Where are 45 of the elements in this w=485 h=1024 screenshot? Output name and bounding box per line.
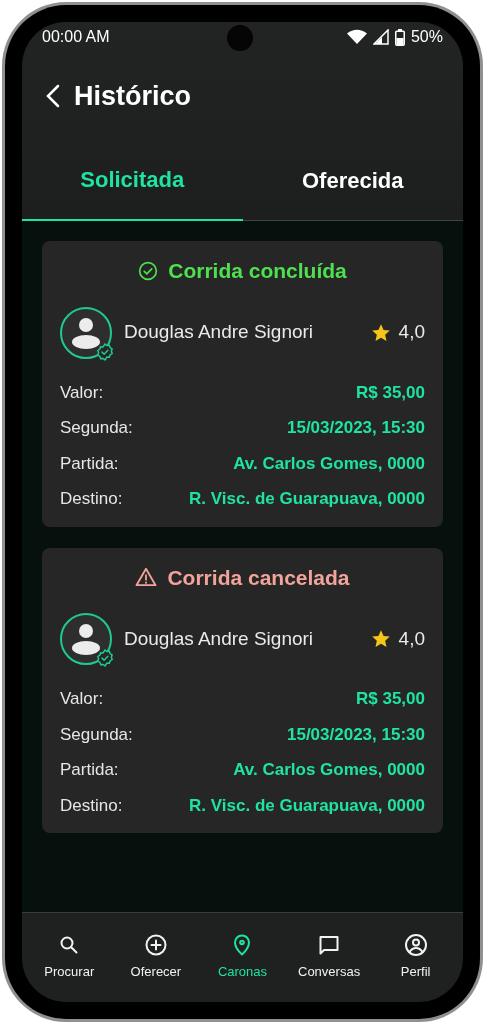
detail-value: R$ 35,00 xyxy=(356,688,425,710)
nav-item[interactable]: Caronas xyxy=(199,933,286,1002)
person-icon xyxy=(71,623,101,655)
detail-label: Partida: xyxy=(60,452,119,475)
detail-label: Valor: xyxy=(60,688,104,710)
detail-value: R. Visc. de Guarapuava, 0000 xyxy=(189,488,425,510)
detail-label: Valor: xyxy=(60,381,104,404)
tab[interactable]: Oferecida xyxy=(242,140,463,221)
driver-name: Douglas Andre Signori xyxy=(124,320,315,345)
detail-value: R. Visc. de Guarapuava, 0000 xyxy=(189,794,425,817)
driver-rating: 4,0 xyxy=(398,626,425,651)
nav-item[interactable]: Procurar xyxy=(26,933,113,1002)
detail-label: Partida: xyxy=(60,759,119,781)
plus-circle-icon xyxy=(143,933,168,957)
tab[interactable]: Solicitada xyxy=(22,140,243,221)
driver-rating: 4,0 xyxy=(398,320,425,345)
star-icon xyxy=(370,629,391,649)
battery-icon xyxy=(394,28,405,46)
battery-level: 50% xyxy=(410,27,443,47)
person-icon xyxy=(71,316,101,349)
detail-value: 15/03/2023, 15:30 xyxy=(287,723,425,746)
profile-icon xyxy=(403,933,428,957)
back-icon[interactable] xyxy=(46,84,60,108)
warning-icon xyxy=(135,567,158,588)
driver-name: Douglas Andre Signori xyxy=(124,626,315,651)
detail-value: 15/03/2023, 15:30 xyxy=(287,417,425,439)
star-icon xyxy=(370,322,391,343)
nav-item[interactable]: Oferecer xyxy=(112,933,200,1002)
check-circle-icon xyxy=(138,260,159,281)
signal-icon xyxy=(372,29,389,45)
detail-value: Av. Carlos Gomes, 0000 xyxy=(233,452,425,475)
status-time: 00:00 AM xyxy=(42,27,110,47)
ride-status: Corrida cancelada xyxy=(167,564,350,591)
detail-label: Segunda: xyxy=(60,417,133,439)
detail-label: Segunda: xyxy=(60,723,133,746)
chat-icon xyxy=(317,933,342,957)
detail-label: Destino: xyxy=(60,794,123,817)
detail-label: Destino: xyxy=(60,488,123,510)
detail-value: Av. Carlos Gomes, 0000 xyxy=(233,759,425,781)
nav-item[interactable]: Conversas xyxy=(285,933,373,1002)
nav-item[interactable]: Perfil xyxy=(372,933,459,1002)
page-title: Histórico xyxy=(74,79,192,113)
detail-value: R$ 35,00 xyxy=(356,381,425,404)
wifi-icon xyxy=(346,29,367,45)
ride-status: Corrida concluída xyxy=(168,258,347,284)
